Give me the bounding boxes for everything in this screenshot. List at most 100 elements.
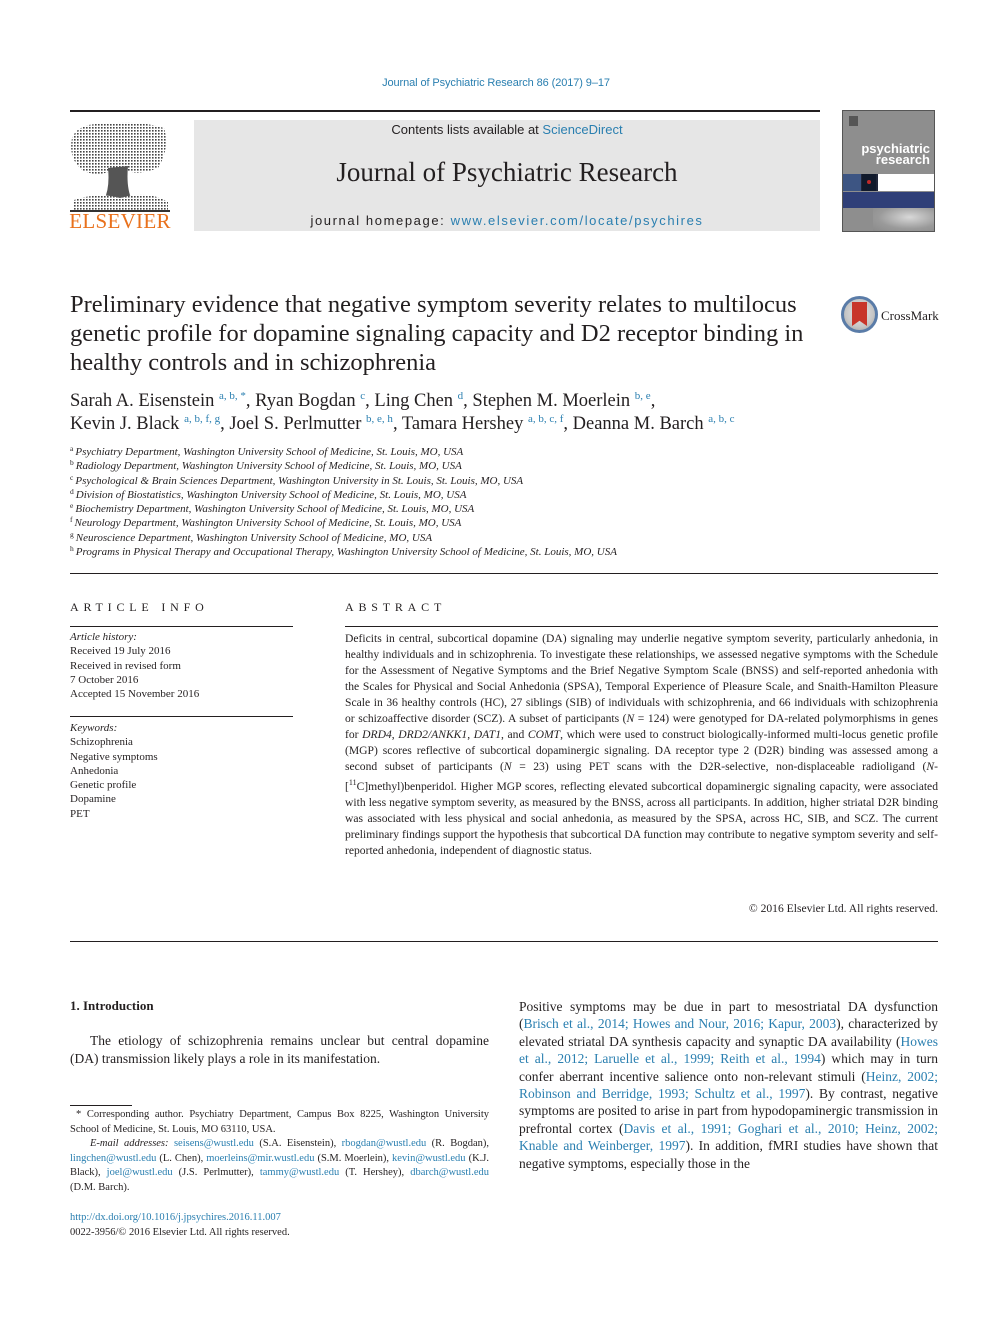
author-affiliation-marks[interactable]: a, b, c, f [528, 413, 563, 425]
affiliation-key: g [70, 529, 74, 539]
affiliation-text: Psychiatry Department, Washington Univer… [75, 446, 464, 458]
footnote-rule [70, 1105, 132, 1106]
contents-prefix: Contents lists available at [391, 122, 543, 137]
abstract-rule [345, 626, 938, 627]
author[interactable]: Ling Chen d, [374, 391, 472, 412]
email-owner: (L. Chen), [156, 1152, 207, 1164]
keyword: Anhedonia [70, 764, 119, 777]
author[interactable]: Ryan Bogdan c, [255, 391, 374, 412]
email-link[interactable]: joel@wustl.edu [107, 1167, 173, 1178]
keyword: Schizophrenia [70, 736, 133, 749]
author-separator: , [392, 414, 402, 434]
author-separator: , [245, 391, 256, 411]
affiliation-list: a Psychiatry Department, Washington Unive… [70, 445, 770, 559]
elsevier-wordmark: ELSEVIER [69, 209, 171, 233]
author-name: Stephen M. Moerlein [472, 391, 631, 411]
author-separator: , [220, 414, 230, 434]
author-affiliation-marks[interactable]: a, b, f, g [184, 413, 220, 425]
history-entry: Received in revised form [70, 659, 181, 672]
gene-name: COMT [527, 728, 561, 741]
gene-name: DRD4 [362, 728, 392, 741]
abstract-var: N [926, 760, 935, 773]
author-affiliation-marks[interactable]: b, e, h [366, 413, 393, 425]
homepage-line: journal homepage: www.elsevier.com/locat… [194, 213, 820, 228]
keyword: PET [70, 807, 90, 820]
affiliation-text: Biochemistry Department, Washington Univ… [75, 503, 475, 516]
email-owner: (T. Hershey), [339, 1167, 411, 1178]
email-link[interactable]: rbogdan@wustl.edu [342, 1138, 427, 1149]
corresponding-footnote: * Corresponding author. Psychiatry Depar… [70, 1108, 489, 1195]
author[interactable]: Sarah A. Eisenstein a, b, *, [70, 390, 256, 412]
crossmark-button[interactable]: CrossMark [841, 296, 941, 336]
email-link[interactable]: seisens@wustl.edu [174, 1138, 254, 1149]
affiliation: g Neuroscience Department, Washington Uni… [70, 531, 770, 545]
author[interactable]: Kevin J. Black a, b, f, g, [70, 413, 230, 435]
abstract-part: , and [501, 728, 528, 741]
abstract-heading: ABSTRACT [345, 600, 447, 614]
abstract-copyright: © 2016 Elsevier Ltd. All rights reserved… [748, 902, 938, 915]
affiliation-key: e [70, 501, 74, 511]
affiliation: d Division of Biostatistics, Washington U… [70, 488, 770, 502]
cover-image-1 [843, 174, 861, 191]
affiliation: e Biochemistry Department, Washington Uni… [70, 502, 770, 516]
affiliation-key: h [70, 544, 74, 554]
author[interactable]: Joel S. Perlmutter b, e, h, [229, 413, 402, 435]
history-entry: Accepted 15 November 2016 [70, 688, 200, 701]
elsevier-logo[interactable]: ELSEVIER [68, 118, 172, 238]
author-name: Kevin J. Black [70, 414, 180, 434]
isotope-superscript: 11 [348, 778, 357, 787]
email-owner: (D.M. Barch). [70, 1181, 130, 1193]
abstract-bottom-rule [70, 941, 938, 942]
affiliation: a Psychiatry Department, Washington Unive… [70, 445, 770, 459]
author[interactable]: Tamara Hershey a, b, c, f, [402, 413, 573, 435]
affiliation-key: b [70, 458, 74, 468]
keywords: Keywords: Schizophrenia Negative symptom… [70, 721, 293, 821]
email-owner: (S.A. Eisenstein), [253, 1138, 342, 1149]
abstract-part: C]methyl)benperidol. Higher MGP scores, … [345, 779, 938, 857]
email-link[interactable]: lingchen@wustl.edu [70, 1153, 156, 1164]
email-link[interactable]: kevin@wustl.edu [392, 1153, 466, 1164]
article-title: Preliminary evidence that negative sympt… [70, 291, 804, 376]
cover-image-band [843, 174, 934, 191]
email-link[interactable]: tammy@wustl.edu [260, 1167, 339, 1178]
doi-link[interactable]: http://dx.doi.org/10.1016/j.jpsychires.2… [70, 1212, 281, 1223]
introduction-continuation: Positive symptoms may be due in part to … [519, 998, 938, 1172]
affiliation-text: Division of Biostatistics, Washington Un… [75, 488, 467, 501]
sciencedirect-link[interactable]: ScienceDirect [542, 122, 622, 137]
author-name: Ryan Bogdan [255, 391, 356, 411]
author-name: Joel S. Perlmutter [229, 414, 362, 434]
email-addresses: E-mail addresses: seisens@wustl.edu (S.A… [70, 1137, 489, 1195]
author[interactable]: Stephen M. Moerlein b, e, [472, 390, 656, 412]
section-divider [70, 573, 938, 574]
homepage-link[interactable]: www.elsevier.com/locate/psychires [451, 213, 704, 228]
affiliation: c Psychological & Brain Sciences Departme… [70, 472, 770, 488]
keyword: Dopamine [70, 793, 116, 806]
author-affiliation-marks[interactable]: a, b, * [219, 390, 246, 402]
author-separator: , [650, 391, 656, 411]
abstract-text: Deficits in central, subcortical dopamin… [345, 631, 938, 859]
affiliation-key: c [70, 472, 74, 482]
history-entry: 7 October 2016 [70, 673, 139, 686]
affiliation: f Neurology Department, Washington Univer… [70, 516, 770, 530]
author-affiliation-marks[interactable]: a, b, c [708, 413, 734, 425]
journal-cover-thumbnail[interactable]: psychiatric research [842, 110, 935, 232]
article-history: Article history: Received 19 July 2016 R… [70, 630, 293, 701]
author-affiliation-marks[interactable]: b, e [635, 390, 651, 402]
affiliation-key: a [70, 444, 74, 453]
gene-name: DAT1 [473, 728, 502, 741]
running-head[interactable]: Journal of Psychiatric Research 86 (2017… [0, 77, 992, 89]
gene-name: DRD2/ANKK1 [398, 728, 468, 741]
author[interactable]: Deanna M. Barch a, b, c [573, 413, 735, 435]
cover-image-2 [862, 174, 876, 191]
journal-title: Journal of Psychiatric Research [336, 157, 678, 187]
author-name: Ling Chen [374, 391, 454, 411]
elsevier-tree-icon [70, 122, 170, 212]
corresponding-author: * Corresponding author. Psychiatry Depar… [70, 1109, 489, 1135]
citation-link[interactable]: Brisch et al., 2014; Howes and Nour, 201… [524, 1016, 837, 1031]
affiliation-text: Radiology Department, Washington Univers… [75, 460, 462, 473]
affiliation-text: Psychological & Brain Sciences Departmen… [75, 474, 524, 487]
email-link[interactable]: moerleins@mir.wustl.edu [206, 1153, 314, 1164]
history-entry: Received 19 July 2016 [70, 645, 171, 658]
email-owner: (R. Bogdan), [426, 1138, 489, 1149]
email-link[interactable]: dbarch@wustl.edu [410, 1167, 489, 1178]
